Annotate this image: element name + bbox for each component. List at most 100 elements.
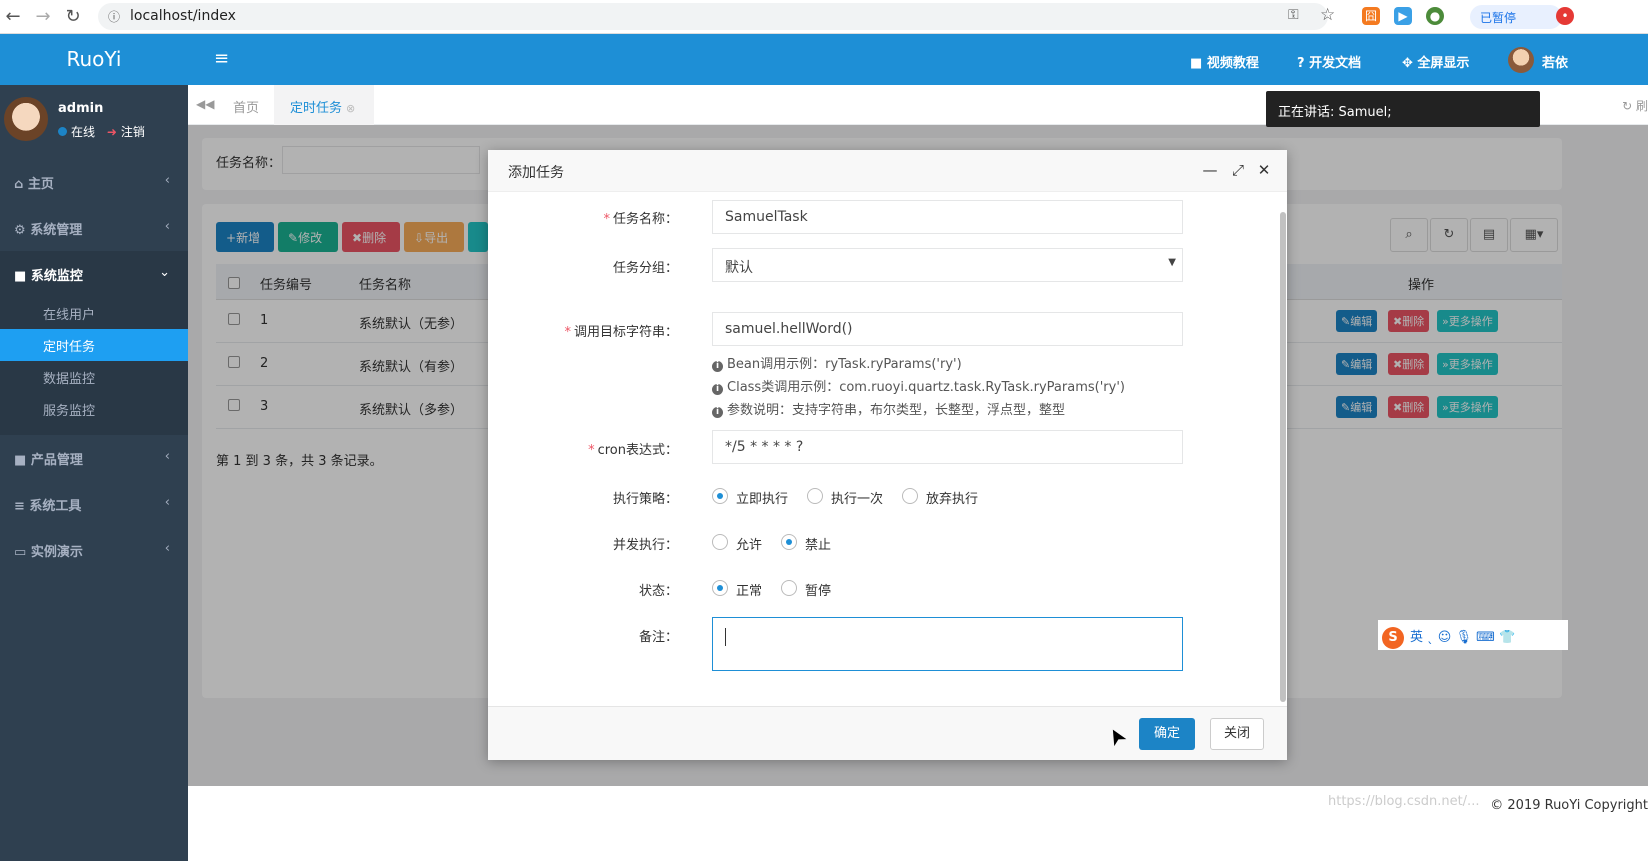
url-text: localhost/index bbox=[130, 8, 236, 24]
radio-label[interactable]: 执行一次 bbox=[831, 488, 883, 507]
punctuation-icon[interactable]: ˎ bbox=[1427, 630, 1438, 645]
dialog-body: * 任务名称： SamuelTask 任务分组： 默认 ▼ * 调用目标字符串： sa… bbox=[488, 192, 1287, 706]
policy-radio-once[interactable] bbox=[807, 488, 823, 504]
forward-icon[interactable]: → bbox=[32, 6, 54, 27]
dialog-footer: 确定 关闭 bbox=[488, 706, 1287, 760]
paused-badge[interactable]: 已暂停 bbox=[1470, 5, 1562, 29]
top-navbar: ≡ ■ 视频教程 ? 开发文档 ✥ 全屏显示 若依 bbox=[188, 34, 1648, 85]
sidebar-subitem-online-users[interactable]: 在线用户 bbox=[0, 297, 188, 329]
info-icon: i bbox=[712, 407, 723, 418]
dialog-title: 添加任务 bbox=[508, 165, 564, 181]
text-cursor bbox=[725, 628, 726, 646]
status-label: 状态： bbox=[638, 584, 678, 599]
remark-textarea[interactable] bbox=[712, 617, 1183, 671]
sidebar-subitem-data-monitor[interactable]: 数据监控 bbox=[0, 361, 188, 393]
policy-radio-immediate[interactable] bbox=[712, 488, 728, 504]
ime-toolbar[interactable]: S英 ˎ ☺ 🎙 ⌨ 👕 bbox=[1378, 620, 1568, 650]
sidebar-item-tools[interactable]: ≡ 系统工具 ‹ bbox=[0, 481, 188, 527]
copyright: © 2019 RuoYi Copyright bbox=[1490, 798, 1648, 813]
radio-label[interactable]: 立即执行 bbox=[736, 488, 788, 507]
tab-scroll-left-icon[interactable]: ◀◀ bbox=[196, 97, 214, 111]
policy-radio-abandon[interactable] bbox=[902, 488, 918, 504]
ime-lang-toggle[interactable]: 英 bbox=[1410, 630, 1423, 645]
radio-label[interactable]: 允许 bbox=[736, 534, 762, 553]
menu-toggle-icon[interactable]: ≡ bbox=[214, 48, 229, 69]
sidebar-item-system[interactable]: ⚙ 系统管理 ‹ bbox=[0, 205, 188, 251]
star-icon[interactable]: ☆ bbox=[1320, 5, 1335, 25]
reload-icon[interactable]: ↻ bbox=[62, 6, 84, 27]
user-status: 在线 ➜ 注销 bbox=[58, 123, 145, 140]
sidebar-item-demo[interactable]: ▭ 实例演示 ‹ bbox=[0, 527, 188, 573]
confirm-button[interactable]: 确定 bbox=[1139, 718, 1195, 750]
sidebar-subitem-scheduled-jobs[interactable]: 定时任务 bbox=[0, 329, 188, 361]
job-name-field[interactable]: SamuelTask bbox=[712, 200, 1183, 234]
remark-label: 备注： bbox=[638, 630, 678, 645]
sidebar-item-home[interactable]: ⌂ 主页 ‹ bbox=[0, 159, 188, 205]
extension-icon[interactable]: 囧 bbox=[1362, 7, 1380, 25]
concurrent-radio-forbid[interactable] bbox=[781, 534, 797, 550]
app-logo[interactable]: RuoYi bbox=[0, 34, 188, 85]
info-icon[interactable]: ⓘ bbox=[108, 8, 120, 25]
online-dot-icon bbox=[58, 127, 67, 136]
scrollbar[interactable] bbox=[1280, 212, 1286, 702]
job-group-label: 任务分组： bbox=[612, 261, 678, 276]
tab-home[interactable]: 首页 bbox=[218, 85, 274, 125]
misfire-policy-label: 执行策略： bbox=[612, 492, 678, 507]
dev-docs-link[interactable]: ? 开发文档 bbox=[1297, 52, 1361, 71]
shirt-icon[interactable]: 👕 bbox=[1499, 630, 1515, 645]
dialog-header: 添加任务 — ⤢ ✕ bbox=[488, 150, 1287, 192]
sidebar-item-product[interactable]: ■ 产品管理 ‹ bbox=[0, 435, 188, 481]
help-text: i 参数说明：支持字符串，布尔类型，长整型，浮点型，整型 bbox=[712, 399, 1065, 418]
logout-icon[interactable]: ➜ bbox=[107, 125, 117, 139]
status-radio-normal[interactable] bbox=[712, 580, 728, 596]
info-icon: i bbox=[712, 384, 723, 395]
mic-icon[interactable]: 🎙 bbox=[1455, 630, 1472, 645]
add-job-dialog: 添加任务 — ⤢ ✕ * 任务名称： SamuelTask 任务分组： 默认 ▼ *… bbox=[488, 150, 1287, 760]
avatar[interactable] bbox=[1508, 47, 1534, 73]
concurrent-label: 并发执行： bbox=[612, 538, 678, 553]
maximize-icon[interactable]: ⤢ bbox=[1228, 161, 1248, 179]
extension-icon[interactable]: • bbox=[1556, 7, 1574, 25]
radio-label[interactable]: 正常 bbox=[736, 580, 762, 599]
address-bar[interactable]: ⓘ localhost/index bbox=[98, 3, 1328, 30]
cron-label: * cron表达式： bbox=[588, 443, 678, 458]
cron-field[interactable]: */5 * * * * ? bbox=[712, 430, 1183, 464]
close-icon[interactable]: ✕ bbox=[1254, 161, 1274, 179]
radio-label[interactable]: 暂停 bbox=[805, 580, 831, 599]
sidebar-subitem-server-monitor[interactable]: 服务监控 bbox=[0, 393, 188, 435]
key-icon[interactable]: ⚿ bbox=[1288, 7, 1299, 23]
radio-label[interactable]: 禁止 bbox=[805, 534, 831, 553]
footer: https://blog.csdn.net/... © 2019 RuoYi C… bbox=[188, 786, 1648, 861]
avatar bbox=[4, 97, 48, 141]
user-menu[interactable]: 若依 bbox=[1542, 52, 1568, 71]
invoke-target-field[interactable]: samuel.hellWord() bbox=[712, 312, 1183, 346]
job-group-select[interactable]: 默认 ▼ bbox=[712, 248, 1183, 282]
info-icon: i bbox=[712, 361, 723, 372]
close-icon[interactable]: ⊗ bbox=[346, 102, 355, 115]
refresh-tab[interactable]: ↻ 刷 bbox=[1622, 97, 1648, 114]
minimize-icon[interactable]: — bbox=[1200, 161, 1220, 179]
watermark: https://blog.csdn.net/... bbox=[1328, 794, 1480, 809]
concurrent-radio-allow[interactable] bbox=[712, 534, 728, 550]
user-name: admin bbox=[58, 101, 104, 116]
fullscreen-link[interactable]: ✥ 全屏显示 bbox=[1402, 52, 1469, 71]
sogou-logo-icon: S bbox=[1382, 626, 1404, 649]
job-name-label: * 任务名称： bbox=[603, 212, 678, 227]
logout-link[interactable]: 注销 bbox=[121, 125, 145, 139]
close-button[interactable]: 关闭 bbox=[1210, 718, 1264, 750]
help-text: i Bean调用示例：ryTask.ryParams('ry') bbox=[712, 353, 962, 372]
sidebar: admin 在线 ➜ 注销 ⌂ 主页 ‹ ⚙ 系统管理 ‹ ■ 系统监控 ⌄ 在线用户 … bbox=[0, 85, 188, 861]
keyboard-icon[interactable]: ⌨ bbox=[1476, 630, 1499, 645]
sidebar-item-monitor[interactable]: ■ 系统监控 ⌄ bbox=[0, 251, 188, 297]
extension-icon[interactable]: ● bbox=[1426, 7, 1444, 25]
speaking-indicator: 正在讲话: Samuel; bbox=[1266, 91, 1540, 127]
back-icon[interactable]: ← bbox=[2, 6, 24, 27]
video-tutorial-link[interactable]: ■ 视频教程 bbox=[1190, 52, 1259, 71]
help-text: i Class类调用示例：com.ruoyi.quartz.task.RyTask… bbox=[712, 376, 1125, 395]
status-radio-paused[interactable] bbox=[781, 580, 797, 596]
emoji-icon[interactable]: ☺ bbox=[1438, 630, 1456, 645]
tab-scheduled-jobs[interactable]: 定时任务 ⊗ bbox=[274, 85, 374, 125]
radio-label[interactable]: 放弃执行 bbox=[926, 488, 978, 507]
extension-icon[interactable]: ▶ bbox=[1394, 7, 1412, 25]
invoke-target-label: * 调用目标字符串： bbox=[564, 325, 678, 340]
